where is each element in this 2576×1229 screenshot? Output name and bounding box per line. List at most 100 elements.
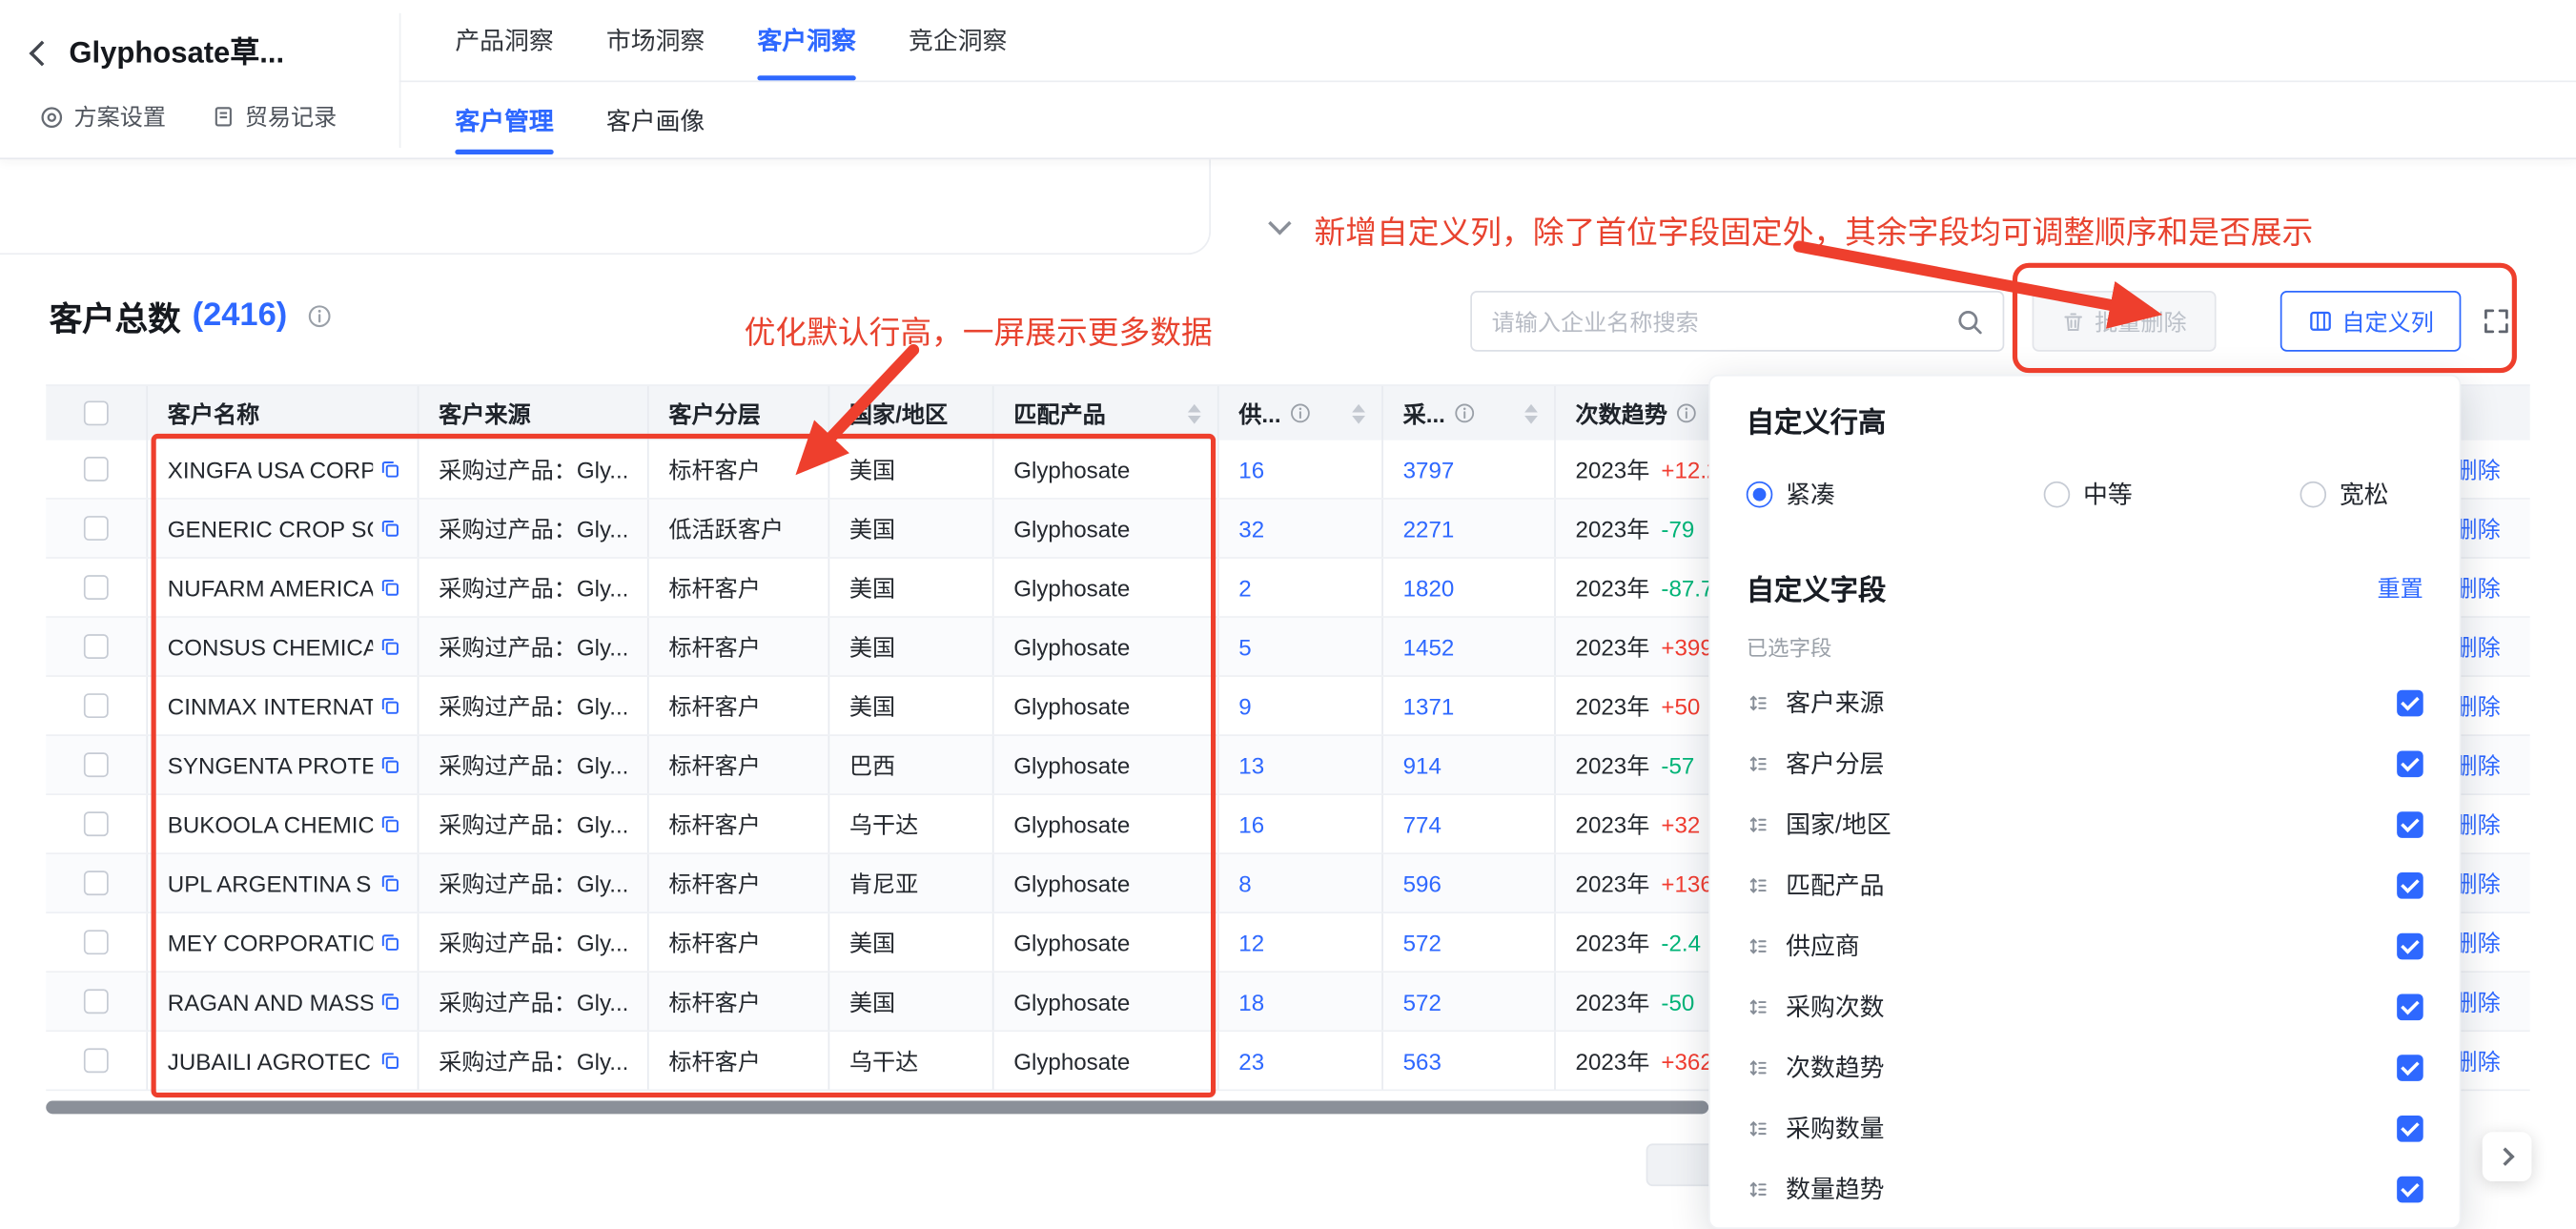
row-checkbox[interactable] <box>84 871 109 895</box>
custom-columns-button[interactable]: 自定义列 <box>2280 291 2462 352</box>
customer-name[interactable]: RAGAN AND MASSE <box>168 989 373 1015</box>
row-height-option[interactable]: 宽松 <box>2300 477 2388 511</box>
radio-icon[interactable] <box>1747 481 1773 507</box>
suppliers-count-link[interactable]: 13 <box>1238 751 1264 778</box>
delete-row-link[interactable]: 删除 <box>2454 571 2500 604</box>
drag-handle-icon[interactable] <box>1747 994 1769 1017</box>
batch-delete-button[interactable]: 批量删除 <box>2033 291 2217 352</box>
field-item[interactable]: 供应商 <box>1747 915 2423 976</box>
drag-handle-icon[interactable] <box>1747 873 1769 896</box>
delete-row-link[interactable]: 删除 <box>2454 630 2500 663</box>
row-checkbox[interactable] <box>84 516 109 541</box>
copy-icon[interactable] <box>379 518 400 539</box>
col-header-name[interactable]: 客户名称 <box>148 386 419 440</box>
suppliers-count-link[interactable]: 16 <box>1238 456 1264 482</box>
drag-handle-icon[interactable] <box>1747 1178 1769 1200</box>
delete-row-link[interactable]: 删除 <box>2454 867 2500 899</box>
copy-icon[interactable] <box>379 695 400 716</box>
row-checkbox[interactable] <box>84 1048 109 1073</box>
sort-icon[interactable] <box>1342 403 1365 423</box>
field-item[interactable]: 客户分层 <box>1747 733 2423 794</box>
col-header-source[interactable]: 客户来源 <box>419 386 648 440</box>
purchase-count-link[interactable]: 774 <box>1403 810 1441 837</box>
main-tab[interactable]: 客户洞察 <box>757 0 855 80</box>
purchase-count-link[interactable]: 3797 <box>1403 456 1455 482</box>
purchase-count-link[interactable]: 1371 <box>1403 692 1455 719</box>
copy-icon[interactable] <box>379 991 400 1012</box>
reset-link[interactable]: 重置 <box>2377 571 2423 604</box>
row-checkbox[interactable] <box>84 457 109 481</box>
col-header-tier[interactable]: 客户分层 <box>649 386 830 440</box>
field-checkbox-checked[interactable] <box>2397 810 2423 837</box>
delete-row-link[interactable]: 删除 <box>2454 689 2500 722</box>
purchase-count-link[interactable]: 572 <box>1403 989 1441 1015</box>
drag-handle-icon[interactable] <box>1747 751 1769 774</box>
delete-row-link[interactable]: 删除 <box>2454 748 2500 781</box>
chevron-down-icon[interactable] <box>1268 212 1291 235</box>
info-icon[interactable] <box>1289 402 1310 423</box>
scheme-settings-link[interactable]: 方案设置 <box>39 100 166 133</box>
delete-row-link[interactable]: 删除 <box>2454 453 2500 485</box>
copy-icon[interactable] <box>379 872 400 893</box>
horizontal-scrollbar[interactable] <box>46 1101 1708 1115</box>
field-item[interactable]: 客户来源 <box>1747 672 2423 733</box>
field-item[interactable]: 次数趋势 <box>1747 1036 2423 1097</box>
col-header-product[interactable]: 匹配产品 <box>994 386 1219 440</box>
back-icon[interactable] <box>30 41 55 67</box>
row-checkbox[interactable] <box>84 989 109 1014</box>
row-checkbox[interactable] <box>84 811 109 836</box>
row-height-option[interactable]: 中等 <box>2044 477 2300 511</box>
suppliers-count-link[interactable]: 18 <box>1238 989 1264 1015</box>
purchase-count-link[interactable]: 2271 <box>1403 515 1455 542</box>
suppliers-count-link[interactable]: 12 <box>1238 929 1264 955</box>
field-checkbox-checked[interactable] <box>2397 993 2423 1020</box>
col-header-country[interactable]: 国家/地区 <box>829 386 993 440</box>
search-input[interactable] <box>1492 308 1944 335</box>
field-item[interactable]: 国家/地区 <box>1747 793 2423 854</box>
customer-name[interactable]: XINGFA USA CORPO <box>168 456 373 482</box>
copy-icon[interactable] <box>379 636 400 657</box>
search-icon[interactable] <box>1956 308 1983 335</box>
field-item[interactable]: 采购次数 <box>1747 976 2423 1037</box>
copy-icon[interactable] <box>379 932 400 952</box>
field-item[interactable]: 采购数量 <box>1747 1097 2423 1158</box>
customer-name[interactable]: CONSUS CHEMICAL <box>168 633 373 660</box>
copy-icon[interactable] <box>379 813 400 834</box>
suppliers-count-link[interactable]: 23 <box>1238 1048 1264 1075</box>
purchase-count-link[interactable]: 572 <box>1403 929 1441 955</box>
copy-icon[interactable] <box>379 577 400 598</box>
row-checkbox[interactable] <box>84 634 109 659</box>
delete-row-link[interactable]: 删除 <box>2454 1044 2500 1076</box>
drag-handle-icon[interactable] <box>1747 1116 1769 1139</box>
field-checkbox-checked[interactable] <box>2397 1176 2423 1202</box>
copy-icon[interactable] <box>379 754 400 775</box>
drag-handle-icon[interactable] <box>1747 934 1769 957</box>
fullscreen-icon[interactable] <box>2483 307 2510 335</box>
main-tab[interactable]: 产品洞察 <box>455 0 553 80</box>
delete-row-link[interactable]: 删除 <box>2454 926 2500 958</box>
row-checkbox[interactable] <box>84 693 109 718</box>
purchase-count-link[interactable]: 563 <box>1403 1048 1441 1075</box>
field-item[interactable]: 匹配产品 <box>1747 854 2423 915</box>
customer-name[interactable]: UPL ARGENTINA S. <box>168 870 373 896</box>
field-checkbox-checked[interactable] <box>2397 689 2423 716</box>
field-checkbox-checked[interactable] <box>2397 1054 2423 1080</box>
field-checkbox-checked[interactable] <box>2397 1115 2423 1141</box>
purchase-count-link[interactable]: 914 <box>1403 751 1441 778</box>
suppliers-count-link[interactable]: 5 <box>1238 633 1251 660</box>
customer-name[interactable]: JUBAILI AGROTEC LI <box>168 1048 373 1075</box>
delete-row-link[interactable]: 删除 <box>2454 808 2500 840</box>
suppliers-count-link[interactable]: 32 <box>1238 515 1264 542</box>
customer-name[interactable]: MEY CORPORATION <box>168 929 373 955</box>
col-header-purchases[interactable]: 采... <box>1383 386 1556 440</box>
delete-row-link[interactable]: 删除 <box>2454 512 2500 544</box>
sub-tab[interactable]: 客户管理 <box>455 82 553 157</box>
sort-icon[interactable] <box>1178 403 1201 423</box>
radio-icon[interactable] <box>2044 481 2071 507</box>
radio-icon[interactable] <box>2300 481 2326 507</box>
row-checkbox[interactable] <box>84 930 109 954</box>
sort-icon[interactable] <box>1515 403 1538 423</box>
delete-row-link[interactable]: 删除 <box>2454 985 2500 1017</box>
trade-records-link[interactable]: 贸易记录 <box>212 100 337 133</box>
customer-name[interactable]: CINMAX INTERNATIO <box>168 692 373 719</box>
